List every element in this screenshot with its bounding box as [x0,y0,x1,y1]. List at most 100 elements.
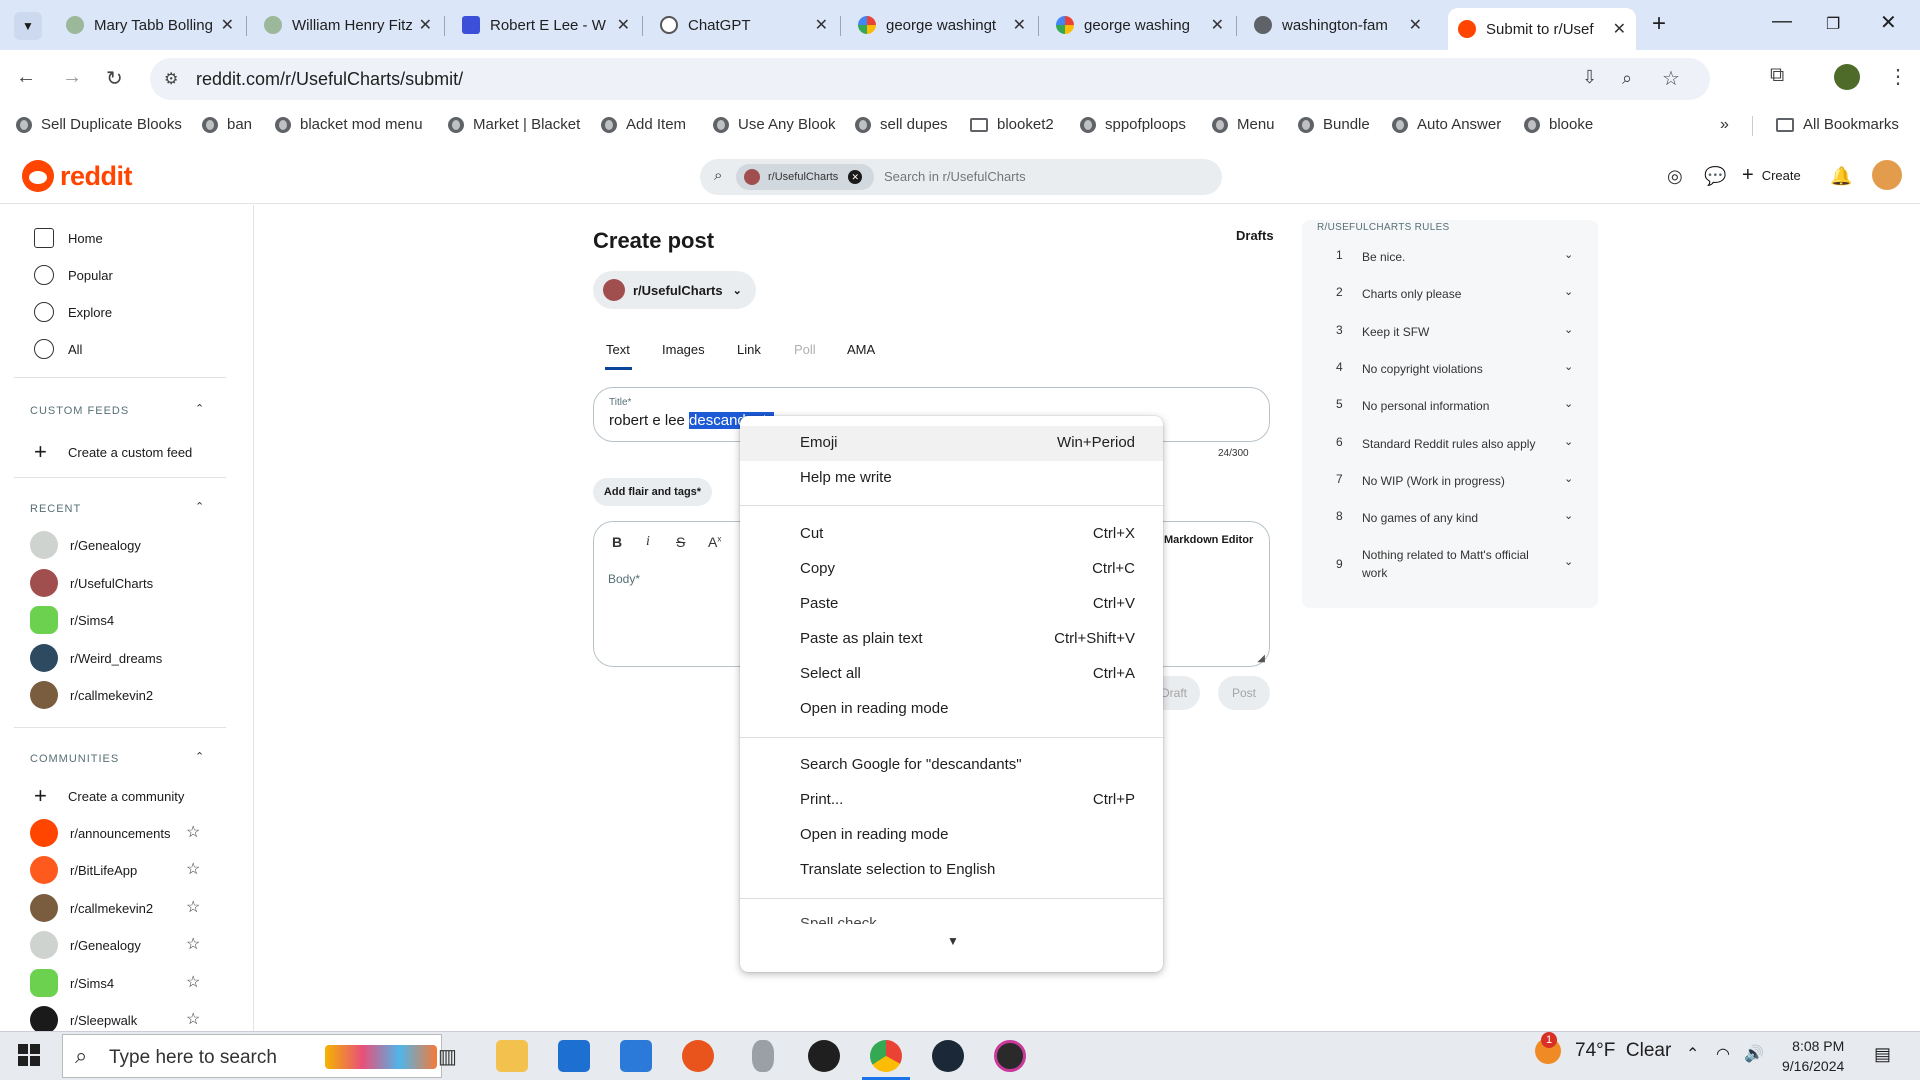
rule-item[interactable]: 7 No WIP (Work in progress) [1336,472,1552,490]
menu-item-cut[interactable]: Cut Ctrl+X [740,517,1163,552]
post-button[interactable]: Post [1218,676,1270,710]
custom-feeds-header[interactable]: CUSTOM FEEDS [30,405,129,417]
nav-explore[interactable]: Explore [34,302,112,322]
nav-all[interactable]: All [34,339,82,359]
menu-item-search-google[interactable]: Search Google for "descandants" [740,748,1163,783]
volume-icon[interactable]: 🔊 [1744,1044,1764,1064]
chevron-up-icon[interactable]: ⌃ [195,500,204,513]
mouse-app-icon[interactable] [752,1040,774,1072]
chevron-down-icon[interactable]: ⌄ [1564,435,1573,448]
rule-item[interactable]: 6 Standard Reddit rules also apply [1336,435,1552,453]
back-arrow-icon[interactable]: ← [16,66,36,89]
microsoft-store-icon[interactable] [558,1040,590,1072]
chevron-down-icon[interactable]: ⌄ [1564,285,1573,298]
install-app-icon[interactable]: ⇩ [1582,67,1597,88]
search-input[interactable]: Search in r/UsefulCharts [884,169,1026,184]
clear-chip-icon[interactable]: ✕ [848,170,863,184]
url-text[interactable]: reddit.com/r/UsefulCharts/submit/ [196,69,463,90]
nav-popular[interactable]: Popular [34,265,113,285]
menu-item-select-all[interactable]: Select all Ctrl+A [740,657,1163,692]
more-menu-icon[interactable]: ⋮ [1888,64,1908,89]
browser-tab[interactable]: Mary Tabb Bolling ✕ [56,8,244,42]
rule-item[interactable]: 4 No copyright violations [1336,360,1552,378]
rule-item[interactable]: 2 Charts only please [1336,285,1552,303]
weather-widget[interactable]: 1 74°F Clear [1535,1032,1671,1064]
create-post-button[interactable]: + Create [1742,164,1801,187]
bookmark[interactable]: Market | Blacket [448,116,580,133]
browser-tab[interactable]: ChatGPT ✕ [650,8,838,42]
close-icon[interactable]: ✕ [1409,15,1422,35]
bookmark[interactable]: Menu [1212,116,1275,133]
chrome-icon[interactable] [870,1040,902,1072]
community-item[interactable]: r/announcements [30,819,170,847]
taskbar-search-box[interactable]: ⌕ Type here to search [62,1034,442,1078]
bold-icon[interactable]: B [612,534,622,550]
menu-item-print[interactable]: Print... Ctrl+P [740,783,1163,818]
community-item[interactable]: r/Sims4 [30,969,114,997]
superscript-icon[interactable]: Ax [708,534,721,550]
rule-item[interactable]: 3 Keep it SFW [1336,323,1552,341]
file-explorer-icon[interactable] [496,1040,528,1072]
chevron-up-icon[interactable]: ⌃ [195,402,204,415]
site-settings-icon[interactable]: ⚙ [164,69,178,89]
chevron-up-icon[interactable]: ⌃ [1686,1044,1699,1064]
community-item[interactable]: r/BitLifeApp [30,856,137,884]
chevron-down-icon[interactable]: ⌄ [1564,509,1573,522]
recent-community[interactable]: r/callmekevin2 [30,681,153,709]
browser-tab[interactable]: Robert E Lee - W ✕ [452,8,640,42]
create-community[interactable]: + Create a community [34,783,184,809]
star-icon[interactable]: ☆ [186,822,200,842]
bookmark[interactable]: blooke [1524,116,1593,133]
menu-item-copy[interactable]: Copy Ctrl+C [740,552,1163,587]
bookmark[interactable]: Auto Answer [1392,116,1501,133]
advertise-icon[interactable]: ◎ [1667,166,1683,187]
italic-icon[interactable]: i [646,534,650,550]
close-icon[interactable]: ✕ [221,15,234,35]
star-icon[interactable]: ☆ [186,859,200,879]
bookmark[interactable]: Sell Duplicate Blooks [16,116,182,133]
new-tab-button[interactable]: + [1652,10,1666,38]
close-icon[interactable]: ✕ [1211,15,1224,35]
communities-header[interactable]: COMMUNITIES [30,753,119,765]
extensions-icon[interactable]: ⧉ [1770,64,1784,87]
rule-item[interactable]: 9 Nothing related to Matt's official work [1336,546,1552,582]
reddit-logo[interactable]: reddit [22,160,133,192]
chevron-down-icon[interactable]: ⌄ [1564,555,1573,568]
bookmark[interactable]: blacket mod menu [275,116,423,133]
bookmark[interactable]: sppofploops [1080,116,1186,133]
star-icon[interactable]: ☆ [186,897,200,917]
browser-tab[interactable]: William Henry Fitzhugh✕ [254,8,442,42]
menu-item-paste-plain[interactable]: Paste as plain text Ctrl+Shift+V [740,622,1163,657]
tab-images[interactable]: Images [662,342,705,357]
search-community-chip[interactable]: r/UsefulCharts ✕ [736,164,875,190]
media-player-icon[interactable] [994,1040,1026,1072]
add-flair-button[interactable]: Add flair and tags* [593,478,712,506]
recent-header[interactable]: RECENT [30,503,81,515]
chevron-up-icon[interactable]: ⌃ [195,750,204,763]
browser-tab[interactable]: george washing ✕ [1046,8,1234,42]
markdown-editor-toggle[interactable]: Markdown Editor [1164,534,1253,546]
bookmark[interactable]: sell dupes [855,116,948,133]
community-item[interactable]: r/Genealogy [30,931,141,959]
strikethrough-icon[interactable]: S [676,534,685,550]
community-selector[interactable]: r/UsefulCharts ⌄ [593,271,756,309]
tab-search-button[interactable]: ▼ [14,12,42,40]
menu-item-reading-mode[interactable]: Open in reading mode [740,692,1163,727]
menu-item-translate[interactable]: Translate selection to English [740,853,1163,888]
reload-icon[interactable]: ↻ [106,66,123,91]
minimize-button[interactable]: — [1772,10,1792,33]
scroll-down-arrow-icon[interactable]: ▼ [947,934,959,948]
browser-tab[interactable]: george washingt ✕ [848,8,1036,42]
bookmarks-overflow-icon[interactable]: » [1720,116,1729,134]
app-icon[interactable] [808,1040,840,1072]
bookmark-star-icon[interactable]: ☆ [1662,66,1680,91]
chevron-down-icon[interactable]: ⌄ [1564,360,1573,373]
address-bar[interactable]: ⚙ reddit.com/r/UsefulCharts/submit/ ⌕ ☆ … [150,58,1710,100]
network-icon[interactable]: ◠ [1716,1044,1730,1064]
chevron-down-icon[interactable]: ⌄ [1564,397,1573,410]
user-avatar[interactable] [1872,160,1902,190]
community-item[interactable]: r/Sleepwalk [30,1006,137,1034]
window-close-button[interactable]: ✕ [1880,10,1897,35]
task-view-icon[interactable]: ▥ [438,1044,457,1069]
chevron-down-icon[interactable]: ⌄ [1564,472,1573,485]
